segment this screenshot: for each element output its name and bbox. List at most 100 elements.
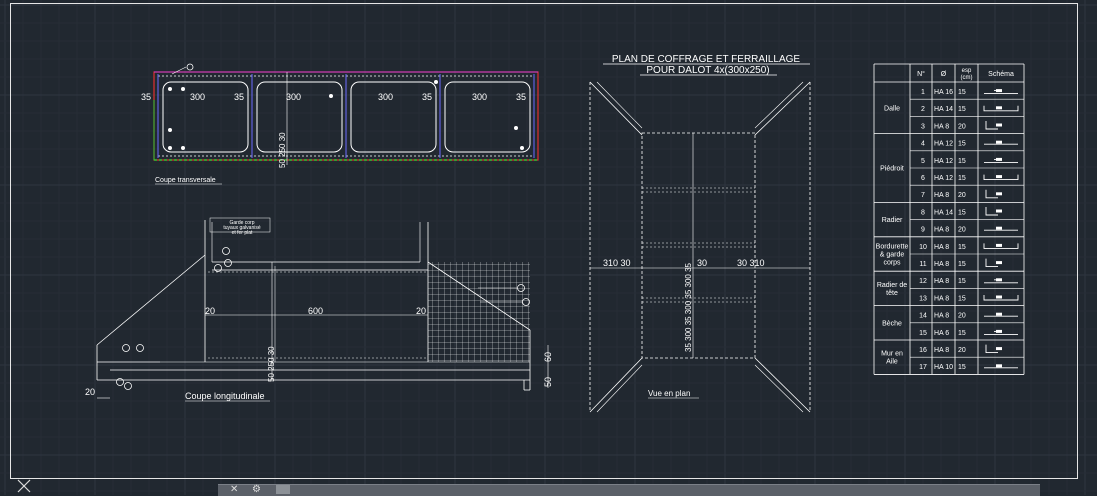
transversal-caption: Coupe transversale — [155, 177, 216, 184]
rebar-num: 10 — [919, 244, 927, 251]
schema-bar — [996, 364, 1002, 368]
rebar-num: 6 — [921, 175, 925, 182]
rebar-esp: 15 — [958, 141, 966, 148]
rebar-diam: HA 12 — [934, 141, 953, 148]
title-line-1: PLAN DE COFFRAGE ET FERRAILLAGE — [612, 54, 801, 65]
dim-1: 35 — [141, 92, 151, 102]
dim-6: 35 — [422, 92, 432, 102]
schema-bar — [996, 347, 1002, 351]
rebar-esp: 15 — [958, 158, 966, 165]
longitudinal-vertical-dimension: 50 250 30 — [267, 346, 276, 382]
longitudinal-right-dim-2: 50 — [543, 377, 553, 387]
rebar-num: 12 — [919, 278, 927, 285]
dim-8: 35 — [516, 92, 526, 102]
guard-note-line-3: et fer plat — [232, 230, 253, 236]
schema-bar — [996, 329, 1002, 333]
longitudinal-dim-right: 20 — [416, 306, 426, 316]
rebar-diam: HA 8 — [934, 278, 949, 285]
background-grid — [0, 0, 1097, 495]
schema-bar — [996, 261, 1002, 265]
rebar-esp: 15 — [958, 175, 966, 182]
transversal-section[interactable]: 50 250 30 35 300 35 300 300 35 300 35 Co… — [141, 63, 539, 185]
longitudinal-caption: Coupe longitudinale — [185, 391, 265, 401]
rebar-num: 13 — [919, 295, 927, 302]
plan-mid-dimension: 30 — [697, 258, 707, 268]
rebar-esp: 20 — [958, 313, 966, 320]
rebar-esp: 20 — [958, 123, 966, 130]
dim-4: 300 — [286, 92, 301, 102]
rebar-num: 17 — [919, 364, 927, 371]
schema-bar — [996, 226, 1002, 230]
schema-bar — [996, 192, 1002, 196]
plan-right-dimension: 30 310 — [737, 258, 765, 268]
group-name: tête — [886, 290, 898, 297]
rebar-esp: 15 — [958, 244, 966, 251]
rebar-diam: HA 12 — [934, 175, 953, 182]
schema-bar — [996, 278, 1002, 282]
command-line[interactable]: ✕ ⚙ — [218, 484, 1040, 496]
header-num: N° — [917, 70, 925, 78]
rebar-num: 16 — [919, 347, 927, 354]
close-icon[interactable]: ✕ — [230, 484, 238, 495]
dim-2: 300 — [190, 92, 205, 102]
group-name: Radier de — [877, 282, 907, 289]
rebar-esp: 20 — [958, 192, 966, 199]
longitudinal-left-bottom-dim: 20 — [85, 387, 95, 397]
header-schema: Schéma — [988, 71, 1014, 78]
rebar-diam: HA 12 — [934, 158, 953, 165]
group-name: Piédroit — [880, 166, 904, 173]
group-name: Mur en — [881, 351, 903, 358]
transversal-vertical-dimension: 50 250 30 — [278, 132, 287, 168]
schema-bar — [996, 243, 1002, 247]
dim-3: 35 — [234, 92, 244, 102]
plan-left-dimension: 310 30 — [603, 258, 631, 268]
group-name: Bèche — [882, 320, 902, 327]
drawing-canvas[interactable]: PLAN DE COFFRAGE ET FERRAILLAGE POUR DAL… — [0, 0, 1097, 495]
group-name: corps — [883, 260, 901, 267]
group-name: Bordurette — [876, 244, 909, 251]
rebar-num: 9 — [921, 227, 925, 234]
rebar-diam: HA 8 — [934, 295, 949, 302]
header-diam: Ø — [941, 71, 947, 78]
rebar-diam: HA 8 — [934, 261, 949, 268]
rebar-esp: 15 — [958, 364, 966, 371]
rebar-num: 5 — [921, 158, 925, 165]
wrench-icon[interactable]: ⚙ — [252, 484, 261, 495]
plan-vertical-dimension: 35 300 35 300 35 300 35 — [684, 262, 693, 352]
rebar-diam: HA 8 — [934, 123, 949, 130]
dim-5: 300 — [378, 92, 393, 102]
rebar-diam: HA 14 — [934, 209, 953, 216]
rebar-esp: 15 — [958, 261, 966, 268]
rebar-esp: 15 — [958, 89, 966, 96]
schema-bar — [996, 209, 1002, 213]
schema-bar — [996, 175, 1002, 179]
group-name: Aile — [886, 359, 898, 366]
rebar-esp: 15 — [958, 330, 966, 337]
title-line-2: POUR DALOT 4x(300x250) — [646, 65, 769, 76]
longitudinal-dim-left: 20 — [205, 306, 215, 316]
rebar-esp: 20 — [958, 227, 966, 234]
rebar-num: 7 — [921, 192, 925, 199]
rebar-esp: 15 — [958, 278, 966, 285]
schema-bar — [996, 312, 1002, 316]
rebar-diam: HA 14 — [934, 106, 953, 113]
rebar-diam: HA 16 — [934, 89, 953, 96]
schema-bar — [996, 157, 1002, 161]
rebar-num: 8 — [921, 209, 925, 216]
schema-bar — [996, 106, 1002, 110]
group-name: Dalle — [884, 105, 900, 112]
rebar-table[interactable]: N° Øesp(cm) Schéma 1 HA 16 15 2 HA 14 15 3 HA 8 20 D… — [873, 63, 1025, 375]
longitudinal-right-dim-1: 60 — [543, 352, 553, 362]
rebar-diam: HA 8 — [934, 227, 949, 234]
rebar-esp: 20 — [958, 347, 966, 354]
longitudinal-dim-middle: 600 — [308, 306, 323, 316]
rebar-esp: 15 — [958, 106, 966, 113]
longitudinal-section[interactable]: Garde corp tuyaux galvanisé et fer plat … — [85, 217, 553, 402]
rebar-esp: 15 — [958, 295, 966, 302]
rebar-num: 4 — [921, 141, 925, 148]
rebar-num: 2 — [921, 106, 925, 113]
rebar-num: 14 — [919, 313, 927, 320]
prompt-icon — [276, 485, 290, 494]
plan-caption: Vue en plan — [648, 389, 690, 398]
schema-bar — [996, 89, 1002, 93]
